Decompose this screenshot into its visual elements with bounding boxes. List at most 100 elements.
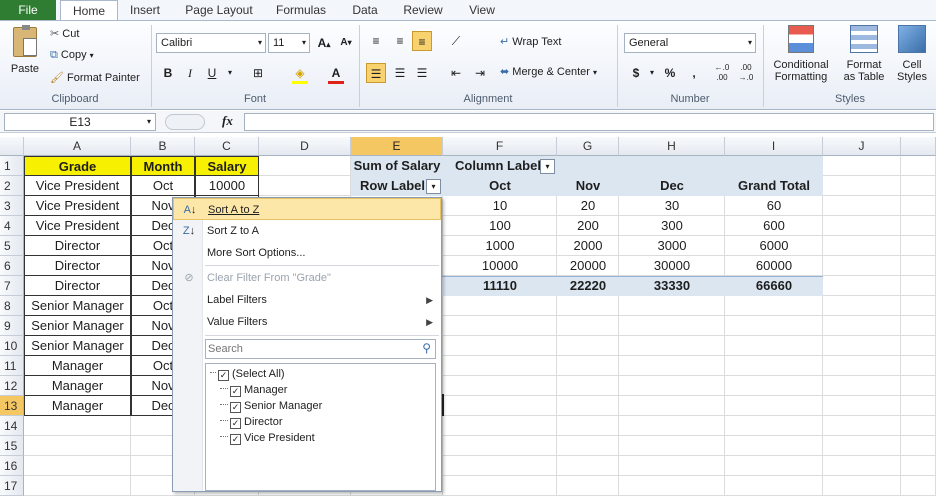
- sort-z-to-a-item[interactable]: Z↓ Sort Z to A: [173, 220, 441, 242]
- table-header-cell[interactable]: Grade: [24, 156, 131, 176]
- column-header-g[interactable]: G: [557, 137, 619, 156]
- row-header-15[interactable]: 15: [0, 436, 24, 456]
- pivot-value-cell[interactable]: 20000: [557, 256, 619, 276]
- column-header-c[interactable]: C: [195, 137, 259, 156]
- decrease-decimal-button[interactable]: .00 →.0: [736, 63, 756, 83]
- pivot-total-cell[interactable]: 33330: [619, 276, 725, 296]
- checkbox-checked-icon[interactable]: ✓: [230, 386, 241, 397]
- pivot-total-cell[interactable]: 66660: [725, 276, 823, 296]
- row-header-8[interactable]: 8: [0, 296, 24, 316]
- spreadsheet-grid[interactable]: A B C D E F G H I J 1 2 3 4 5 6 7 8 9 10 11 12 13 14 1…: [0, 137, 936, 496]
- checkbox-checked-icon[interactable]: ✓: [230, 402, 241, 413]
- pivot-value-cell[interactable]: 20: [557, 196, 619, 216]
- wrap-text-button[interactable]: ↵ Wrap Text: [500, 35, 561, 48]
- checkbox-checked-icon[interactable]: ✓: [218, 370, 229, 381]
- formula-input[interactable]: [244, 113, 934, 131]
- pivot-value-cell[interactable]: 3000: [619, 236, 725, 256]
- row-header-16[interactable]: 16: [0, 456, 24, 476]
- table-cell[interactable]: Vice President: [24, 216, 131, 236]
- formula-bar-toggle[interactable]: [165, 114, 205, 130]
- checkbox-checked-icon[interactable]: ✓: [230, 418, 241, 429]
- number-format-dropdown[interactable]: General ▾: [624, 33, 756, 53]
- row-header-9[interactable]: 9: [0, 316, 24, 336]
- underline-button[interactable]: U: [202, 63, 222, 83]
- column-header-k[interactable]: [901, 137, 936, 156]
- row-header-12[interactable]: 12: [0, 376, 24, 396]
- table-cell[interactable]: Senior Manager: [24, 296, 131, 316]
- tab-insert[interactable]: Insert: [120, 0, 170, 21]
- font-color-icon[interactable]: A: [326, 63, 346, 83]
- row-label-filter-button[interactable]: ▾: [426, 179, 441, 194]
- pivot-value-cell[interactable]: 1000: [443, 236, 557, 256]
- table-cell[interactable]: Director: [24, 256, 131, 276]
- column-header-f[interactable]: F: [443, 137, 557, 156]
- column-header-d[interactable]: D: [259, 137, 351, 156]
- increase-indent-icon[interactable]: ⇥: [470, 63, 490, 83]
- checkbox-checked-icon[interactable]: ✓: [230, 434, 241, 445]
- currency-dropdown-icon[interactable]: ▾: [642, 63, 662, 83]
- column-header-i[interactable]: I: [725, 137, 823, 156]
- pivot-value-cell[interactable]: 60: [725, 196, 823, 216]
- column-header-a[interactable]: A: [24, 137, 131, 156]
- row-header-11[interactable]: 11: [0, 356, 24, 376]
- merge-center-button[interactable]: ⬌ Merge & Center ▾: [500, 65, 597, 78]
- decrease-indent-icon[interactable]: ⇤: [446, 63, 466, 83]
- filter-checkbox-item[interactable]: ✓ (Select All): [210, 366, 285, 382]
- column-label-filter-button[interactable]: ▾: [540, 159, 555, 174]
- pivot-value-cell[interactable]: 200: [557, 216, 619, 236]
- column-header-h[interactable]: H: [619, 137, 725, 156]
- row-header-7[interactable]: 7: [0, 276, 24, 296]
- format-painter-button[interactable]: 🖌 Format Painter: [50, 71, 140, 84]
- percent-button[interactable]: %: [660, 63, 680, 83]
- pivot-value-cell[interactable]: 600: [725, 216, 823, 236]
- pivot-value-cell[interactable]: 100: [443, 216, 557, 236]
- pivot-value-cell[interactable]: 10000: [443, 256, 557, 276]
- table-header-cell[interactable]: Month: [131, 156, 195, 176]
- orientation-icon[interactable]: ⟋: [446, 31, 466, 51]
- filter-checkbox-item[interactable]: ✓ Vice President: [220, 430, 315, 446]
- row-header-2[interactable]: 2: [0, 176, 24, 196]
- align-top-icon[interactable]: ≡: [366, 31, 386, 51]
- filter-search-box[interactable]: ⚲: [205, 339, 436, 359]
- name-box[interactable]: E13 ▾: [4, 113, 156, 131]
- filter-checkbox-item[interactable]: ✓ Senior Manager: [220, 398, 322, 414]
- table-cell[interactable]: Manager: [24, 376, 131, 396]
- tab-home[interactable]: Home: [60, 0, 118, 22]
- borders-icon[interactable]: ⊞: [248, 63, 268, 83]
- tab-view[interactable]: View: [460, 0, 504, 21]
- table-cell[interactable]: Manager: [24, 356, 131, 376]
- row-header-4[interactable]: 4: [0, 216, 24, 236]
- row-header-6[interactable]: 6: [0, 256, 24, 276]
- filter-checkbox-item[interactable]: ✓ Director: [220, 414, 283, 430]
- paste-button[interactable]: Paste: [6, 25, 44, 85]
- column-header-b[interactable]: B: [131, 137, 195, 156]
- pivot-value-cell[interactable]: 60000: [725, 256, 823, 276]
- align-middle-icon[interactable]: ≡: [390, 31, 410, 51]
- bold-button[interactable]: B: [158, 63, 178, 83]
- pivot-value-cell[interactable]: 2000: [557, 236, 619, 256]
- italic-button[interactable]: I: [180, 63, 200, 83]
- cut-button[interactable]: ✂ Cut: [50, 27, 79, 40]
- format-as-table-button[interactable]: Format as Table: [838, 25, 890, 83]
- table-cell[interactable]: Director: [24, 236, 131, 256]
- filter-search-input[interactable]: [206, 340, 406, 357]
- shrink-font-button[interactable]: A▾: [336, 33, 356, 53]
- label-filters-item[interactable]: Label Filters ▶: [173, 289, 441, 311]
- pivot-value-cell[interactable]: 30: [619, 196, 725, 216]
- table-cell[interactable]: Senior Manager: [24, 336, 131, 356]
- table-header-cell[interactable]: Salary: [195, 156, 259, 176]
- tab-data[interactable]: Data: [343, 0, 387, 21]
- column-header-e[interactable]: E: [351, 137, 443, 156]
- tab-formulas[interactable]: Formulas: [268, 0, 334, 21]
- pivot-value-cell[interactable]: 300: [619, 216, 725, 236]
- align-left-icon[interactable]: ☰: [366, 63, 386, 83]
- table-cell[interactable]: Oct: [131, 176, 195, 196]
- tab-page-layout[interactable]: Page Layout: [178, 0, 260, 21]
- table-cell[interactable]: 10000: [195, 176, 259, 196]
- row-header-1[interactable]: 1: [0, 156, 24, 176]
- select-all-corner[interactable]: [0, 137, 24, 156]
- filter-checkbox-item[interactable]: ✓ Manager: [220, 382, 287, 398]
- sort-a-to-z-item[interactable]: A↓ Sort A to Z: [173, 198, 441, 220]
- increase-decimal-button[interactable]: ←.0.00: [712, 63, 732, 83]
- row-header-17[interactable]: 17: [0, 476, 24, 496]
